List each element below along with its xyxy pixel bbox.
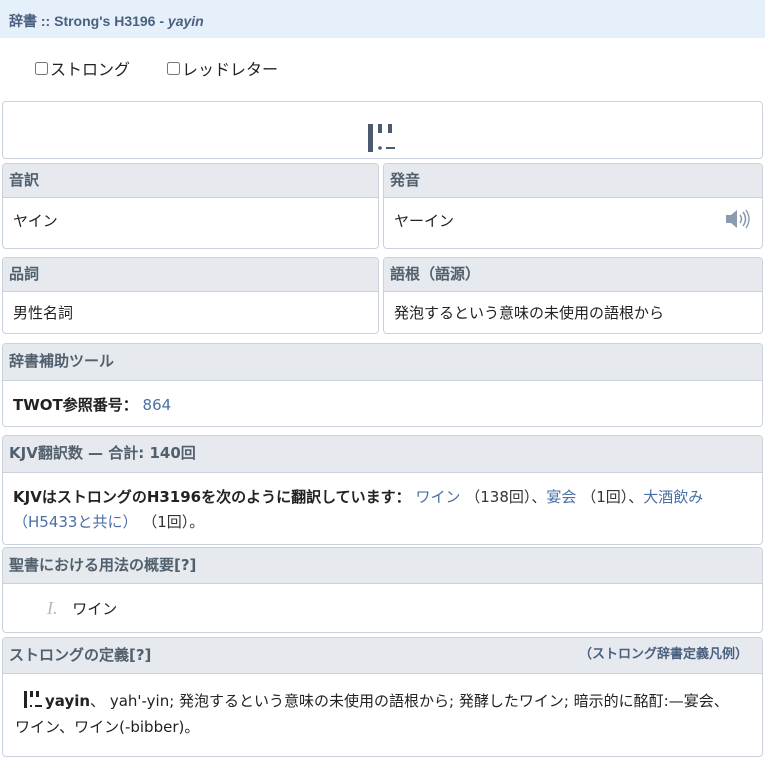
lexicon-aids-header: 辞書補助ツール bbox=[3, 344, 762, 381]
twot-label: TWOT参照番号： bbox=[13, 396, 138, 414]
strongs-def-header[interactable]: ストロングの定義[?] bbox=[9, 646, 151, 664]
strongs-label: ストロング bbox=[50, 60, 131, 79]
redletter-label: レッドレター bbox=[182, 60, 279, 79]
twot-link[interactable]: 864 bbox=[143, 396, 172, 414]
strongs-toggle[interactable]: ストロング bbox=[35, 56, 130, 80]
usage-item-number: I. bbox=[47, 598, 58, 618]
lexicon-aids-panel: 辞書補助ツール TWOT参照番号： 864 bbox=[2, 343, 763, 427]
root-panel: 語根（語源） 発泡するという意味の未使用の語根から bbox=[383, 257, 763, 334]
usage-help-link[interactable]: 聖書における用法の概要[?] bbox=[9, 556, 196, 574]
page-title: 辞書 :: Strong's H3196 - yayin bbox=[0, 0, 765, 38]
kjv-link-wine[interactable]: ワイン bbox=[415, 488, 460, 506]
strongs-legend-link[interactable]: （ストロング辞書定義凡例） bbox=[579, 638, 748, 672]
strongs-checkbox[interactable] bbox=[35, 61, 48, 75]
transliteration-value: ヤイン bbox=[13, 212, 58, 230]
usage-item: ワイン bbox=[72, 600, 118, 618]
speaker-icon[interactable] bbox=[724, 208, 752, 230]
hebrew-inline-glyph bbox=[24, 691, 42, 708]
redletter-toggle[interactable]: レッドレター bbox=[167, 56, 278, 80]
kjv-link-h5433[interactable]: （H5433と共に） bbox=[13, 513, 137, 531]
kjv-count-banquet: （1回）、 bbox=[581, 488, 644, 506]
kjv-intro: KJVはストロングのH3196を次のように翻訳しています： bbox=[13, 488, 411, 506]
part-of-speech-header: 品詞 bbox=[3, 258, 378, 292]
pronunciation-panel: 発音 ヤーイン bbox=[383, 163, 763, 249]
transliteration-header: 音訳 bbox=[3, 164, 378, 198]
pronunciation-value: ヤーイン bbox=[394, 212, 455, 230]
part-of-speech-panel: 品詞 男性名詞 bbox=[2, 257, 379, 334]
strongs-def-line1: 、 yah'-yin; 発泡するという意味の未使用の語根から; 発酵したワイン;… bbox=[90, 692, 729, 710]
redletter-checkbox[interactable] bbox=[167, 61, 180, 75]
kjv-count-winebibber: （1回）。 bbox=[142, 513, 205, 531]
strongs-def-line2: ワイン、ワイン(-bibber)。 bbox=[15, 718, 200, 736]
root-header: 語根（語源） bbox=[384, 258, 762, 292]
usage-panel: 聖書における用法の概要[?] I. ワイン bbox=[2, 547, 763, 633]
kjv-count-wine: （138回）、 bbox=[465, 488, 547, 506]
part-of-speech-value: 男性名詞 bbox=[13, 304, 74, 322]
hebrew-word-glyph bbox=[368, 124, 395, 152]
kjv-link-winebibber[interactable]: 大酒飲み bbox=[643, 488, 703, 506]
title-word: yayin bbox=[167, 13, 204, 29]
strongs-definition-panel: ストロングの定義[?] （ストロング辞書定義凡例） yayin、 yah'-yi… bbox=[2, 637, 763, 757]
strongs-def-word: yayin bbox=[45, 692, 91, 710]
pronunciation-header: 発音 bbox=[384, 164, 762, 198]
kjv-link-banquet[interactable]: 宴会 bbox=[546, 488, 576, 506]
usage-header: 聖書における用法の概要[?] bbox=[3, 548, 762, 584]
transliteration-panel: 音訳 ヤイン bbox=[2, 163, 379, 249]
title-prefix: 辞書 :: Strong's H3196 - bbox=[9, 13, 168, 29]
root-value: 発泡するという意味の未使用の語根から bbox=[394, 304, 665, 322]
kjv-panel: KJV翻訳数 — 合計: 140回 KJVはストロングのH3196を次のように翻… bbox=[2, 435, 763, 545]
kjv-header: KJV翻訳数 — 合計: 140回 bbox=[3, 436, 762, 473]
